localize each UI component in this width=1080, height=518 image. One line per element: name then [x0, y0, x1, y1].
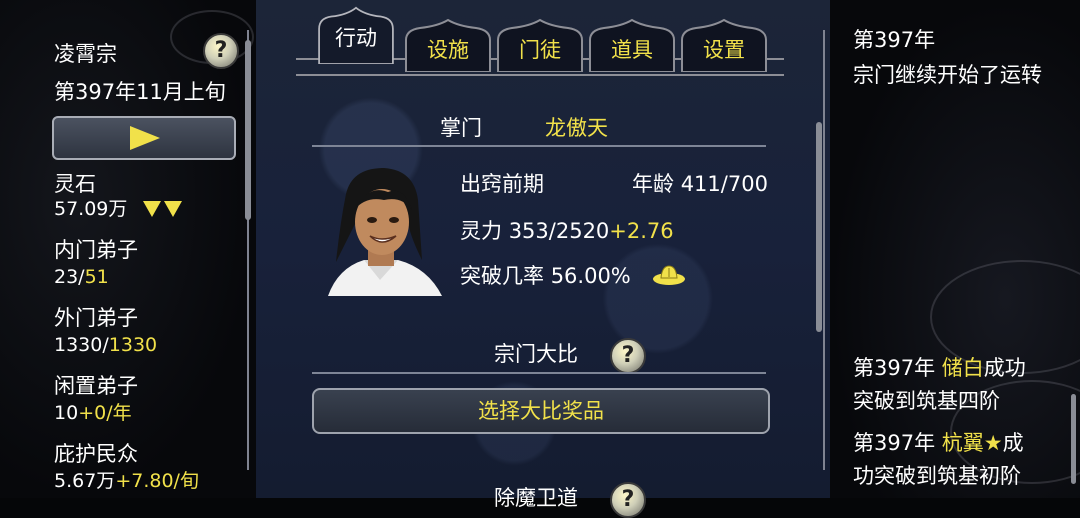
stat-label-spirit-stones: 灵石	[54, 172, 96, 196]
section-divider	[312, 372, 766, 374]
stat-suffix: +0/年	[78, 402, 132, 424]
log-year: 第397年	[853, 28, 936, 52]
log-entry-1-line1: 第397年 储白成功	[853, 356, 1026, 380]
stat-suffix: 51	[84, 266, 109, 288]
leader-title-label: 掌门	[440, 116, 482, 140]
select-tournament-prize-button[interactable]: 选择大比奖品	[312, 388, 770, 434]
leader-age: 年龄 411/700	[632, 172, 768, 196]
stat-value-idle-disciples: 10+0/年	[54, 402, 132, 424]
tab-label: 门徒	[519, 38, 561, 62]
tab-settings[interactable]: 设置	[678, 14, 770, 72]
leader-spirit-power: 灵力 353/2520+2.76	[460, 219, 674, 243]
stat-label-outer-disciples: 外门弟子	[54, 306, 138, 330]
sect-help-button[interactable]: ?	[203, 33, 239, 69]
stat-label-idle-disciples: 闲置弟子	[54, 374, 138, 398]
play-icon	[130, 126, 160, 150]
stat-label-protected-people: 庇护民众	[54, 442, 138, 466]
next-section-title: 除魔卫道	[494, 486, 578, 510]
leader-realm: 出窍前期	[460, 172, 544, 196]
tab-label: 设置	[703, 38, 745, 62]
leader-breakthrough-chance: 突破几率 56.00%	[460, 264, 631, 288]
left-scrollbar-thumb[interactable]	[245, 40, 251, 220]
stat-suffix: 1330	[108, 334, 158, 356]
current-date: 第397年11月上旬	[54, 80, 226, 104]
tab-facilities[interactable]: 设施	[402, 14, 494, 72]
log-entry-1-line2: 突破到筑基四阶	[853, 389, 1000, 413]
right-scroll-track[interactable]	[823, 30, 825, 470]
tournament-title: 宗门大比	[494, 342, 578, 366]
tab-label: 行动	[335, 26, 377, 50]
stat-suffix: +7.80/旬	[115, 470, 199, 492]
log-message: 宗门继续开始了运转	[853, 63, 1042, 87]
stat-value-spirit-stones: 57.09万	[54, 198, 128, 220]
stat-value-protected-people: 5.67万+7.80/旬	[54, 470, 199, 492]
sect-name: 凌霄宗	[54, 42, 117, 66]
disciple-name-link[interactable]: 储白	[942, 356, 984, 380]
decrease-trend-icon	[143, 201, 182, 217]
breakthrough-boost-icon[interactable]	[652, 264, 686, 290]
leader-portrait[interactable]	[318, 164, 444, 296]
stat-label-inner-disciples: 内门弟子	[54, 238, 138, 262]
tab-disciples[interactable]: 门徒	[494, 14, 586, 72]
tab-action[interactable]: 行动	[310, 6, 402, 72]
tournament-help-button[interactable]: ?	[610, 338, 646, 374]
log-entry-2-line1: 第397年 杭翼★成	[853, 431, 1024, 455]
leader-name[interactable]: 龙傲天	[545, 118, 608, 139]
tab-label: 设施	[427, 38, 469, 62]
tab-items[interactable]: 道具	[586, 14, 678, 72]
right-scrollbar-thumb[interactable]	[816, 122, 822, 332]
next-section-help-button[interactable]: ?	[610, 482, 646, 518]
stat-value-outer-disciples: 1330/1330	[54, 334, 158, 356]
stat-value-inner-disciples: 23/51	[54, 266, 109, 288]
tab-label: 道具	[611, 38, 653, 62]
log-entry-2-line2: 功突破到筑基初阶	[853, 464, 1021, 488]
power-gain: +2.76	[609, 219, 674, 243]
disciple-name-link[interactable]: 杭翼★	[942, 431, 1003, 455]
section-divider	[312, 145, 766, 147]
advance-time-button[interactable]	[52, 116, 236, 160]
far-right-scrollbar[interactable]	[1071, 394, 1076, 484]
